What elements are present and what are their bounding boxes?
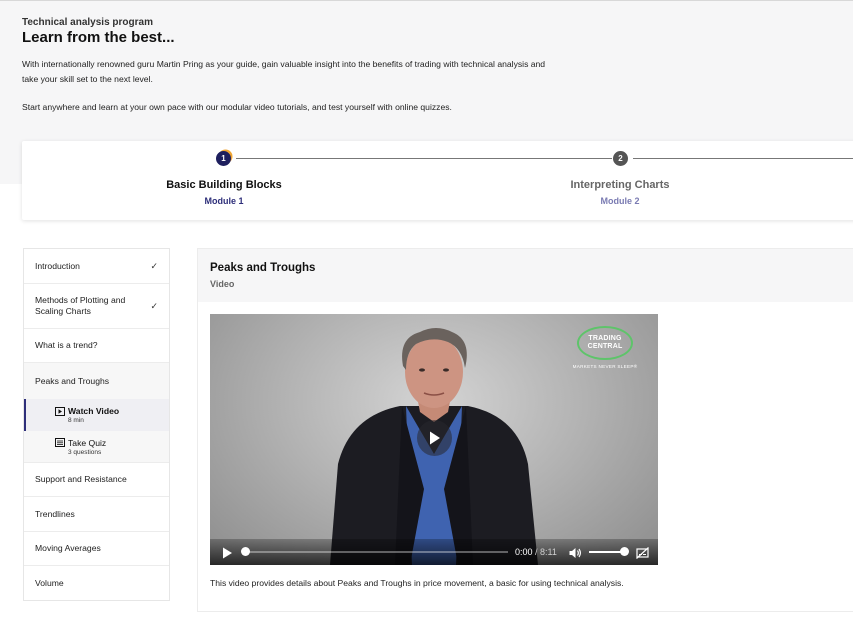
play-button[interactable] bbox=[222, 546, 233, 564]
video-controls: 0:00 / 8:11 bbox=[210, 539, 658, 565]
program-eyebrow: Technical analysis program bbox=[22, 17, 153, 28]
sidebar-item-label: Peaks and Troughs bbox=[35, 375, 110, 386]
lesson-description: This video provides details about Peaks … bbox=[210, 578, 624, 588]
video-player[interactable]: TRADING CENTRAL MARKETS NEVER SLEEP® 0:0… bbox=[210, 314, 658, 565]
lesson-title: Peaks and Troughs bbox=[210, 262, 316, 274]
sub-item-name: Take Quiz bbox=[68, 437, 107, 448]
sidebar-item-label: Introduction bbox=[35, 260, 80, 271]
sidebar-item-peaks-and-troughs[interactable]: Peaks and Troughs bbox=[24, 363, 169, 399]
lesson-content-panel: Peaks and Troughs Video TRADING CENTRAL … bbox=[197, 248, 853, 612]
sidebar-item-support-and-resistance[interactable]: Support and Resistance bbox=[24, 463, 169, 497]
play-icon bbox=[223, 547, 232, 559]
seek-handle[interactable] bbox=[241, 547, 250, 556]
step-connector bbox=[236, 158, 612, 159]
lesson-sidebar: Introduction ✓ Methods of Plotting and S… bbox=[23, 248, 170, 601]
sidebar-item-trendlines[interactable]: Trendlines bbox=[24, 497, 169, 532]
volume-button[interactable] bbox=[569, 546, 582, 564]
trading-central-logo: TRADING CENTRAL MARKETS NEVER SLEEP® bbox=[565, 326, 645, 369]
step-1-module: Module 1 bbox=[204, 196, 244, 206]
speaker-icon bbox=[569, 548, 581, 558]
step-2-title[interactable]: Interpreting Charts bbox=[520, 179, 720, 191]
sidebar-item-label: Methods of Plotting and Scaling Charts bbox=[35, 295, 126, 316]
check-icon: ✓ bbox=[150, 300, 158, 311]
sidebar-item-what-is-a-trend[interactable]: What is a trend? bbox=[24, 329, 169, 363]
duration: 8:11 bbox=[540, 547, 557, 557]
sub-item-name: Watch Video bbox=[68, 406, 120, 416]
sidebar-item-label: Support and Resistance bbox=[35, 474, 127, 484]
current-time: 0:00 bbox=[515, 547, 533, 557]
play-icon bbox=[429, 431, 440, 445]
play-square-icon bbox=[55, 406, 65, 416]
step-2-indicator[interactable]: 2 bbox=[613, 151, 628, 166]
seek-bar[interactable] bbox=[246, 551, 508, 553]
lesson-type: Video bbox=[210, 279, 235, 289]
sidebar-item-introduction[interactable]: Introduction ✓ bbox=[24, 249, 169, 284]
time-separator: / bbox=[532, 547, 541, 557]
sidebar-item-moving-averages[interactable]: Moving Averages bbox=[24, 532, 169, 566]
intro-paragraph-secondary: Start anywhere and learn at your own pac… bbox=[22, 102, 452, 112]
sidebar-item-volume[interactable]: Volume bbox=[24, 566, 169, 600]
sidebar-item-label: Trendlines bbox=[35, 508, 75, 519]
lesson-header: Peaks and Troughs Video bbox=[198, 249, 853, 302]
step-2-module: Module 2 bbox=[600, 196, 640, 206]
sub-item-meta: 8 min bbox=[68, 417, 84, 424]
captions-off-icon bbox=[636, 547, 649, 559]
sidebar-subitem-watch-video[interactable]: Watch Video 8 min bbox=[24, 399, 169, 431]
volume-handle[interactable] bbox=[620, 547, 629, 556]
sidebar-item-label: Volume bbox=[35, 577, 64, 588]
play-overlay-button[interactable] bbox=[417, 420, 452, 456]
captions-button[interactable] bbox=[636, 546, 649, 564]
sidebar-item-methods-of-plotting[interactable]: Methods of Plotting and Scaling Charts ✓ bbox=[24, 284, 169, 329]
module-stepper: 1 2 Basic Building Blocks Module 1 Inter… bbox=[22, 141, 853, 220]
sidebar-item-label: Moving Averages bbox=[35, 543, 101, 553]
check-icon: ✓ bbox=[150, 260, 158, 271]
sub-item-meta: 3 questions bbox=[68, 448, 102, 456]
page-title: Learn from the best... bbox=[22, 29, 175, 46]
sidebar-item-label: What is a trend? bbox=[35, 340, 98, 350]
time-display: 0:00 / 8:11 bbox=[515, 547, 557, 557]
quiz-list-icon bbox=[55, 438, 65, 447]
step-1-title[interactable]: Basic Building Blocks bbox=[124, 179, 324, 191]
step-connector bbox=[633, 158, 853, 159]
intro-paragraph: With internationally renowned guru Marti… bbox=[22, 59, 546, 84]
sidebar-subitem-take-quiz[interactable]: Take Quiz 3 questions bbox=[24, 431, 169, 463]
step-1-indicator[interactable]: 1 bbox=[216, 151, 231, 166]
